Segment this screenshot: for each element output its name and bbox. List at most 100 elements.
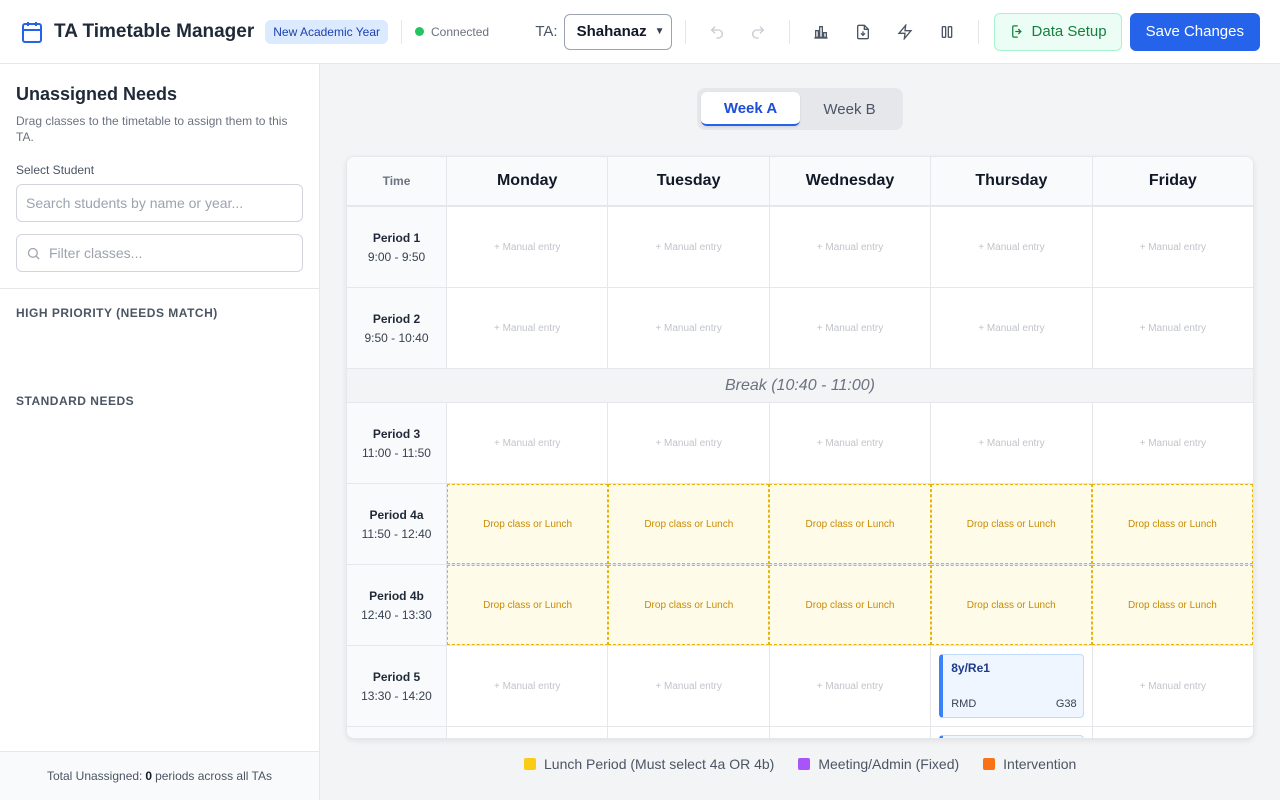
period-time: 9:00 - 9:50 (367, 249, 426, 264)
legend-item: Lunch Period (Must select 4a OR 4b) (524, 756, 774, 772)
lunch-drop-cell[interactable]: Drop class or Lunch (608, 565, 770, 645)
lunch-drop-cell[interactable]: Drop class or Lunch (447, 484, 609, 564)
app-title: TA Timetable Manager (54, 20, 255, 42)
columns-icon (941, 25, 952, 38)
period-row: Period 3 11:00 - 11:50 + Manual entry + … (347, 403, 1253, 484)
manual-entry-cell[interactable]: + Manual entry (1093, 403, 1253, 483)
period-time: 11:00 - 11:50 (362, 445, 431, 460)
lunch-drop-cell[interactable]: Drop class or Lunch (447, 565, 609, 645)
manual-entry-cell[interactable]: + Manual entry (1093, 207, 1253, 287)
data-setup-label: Data Setup (1031, 23, 1107, 40)
manual-entry-cell[interactable]: + Manual entry (608, 403, 770, 483)
ta-selected-value: Shahanaz (576, 23, 647, 40)
day-header-thursday: Thursday (931, 157, 1093, 205)
lunch-drop-cell[interactable]: Drop class or Lunch (1091, 565, 1253, 645)
period-time: 11:50 - 12:40 (361, 526, 432, 541)
tab-week-a[interactable]: Week A (701, 92, 800, 126)
manual-entry-cell[interactable]: + Manual entry (770, 207, 932, 287)
period-label: Period 4b 12:40 - 13:30 (347, 565, 447, 645)
period-time: 12:40 - 13:30 (361, 607, 432, 622)
divider (977, 19, 979, 44)
period-row: Period 1 9:00 - 9:50 + Manual entry + Ma… (347, 207, 1253, 288)
undo-button[interactable] (699, 14, 735, 50)
auto-assign-button[interactable] (887, 14, 923, 50)
manual-entry-cell[interactable]: + Manual entry (447, 403, 609, 483)
manual-entry-cell[interactable]: + Manual entry (931, 207, 1093, 287)
manual-entry-cell[interactable]: + Manual entry (608, 288, 770, 368)
manual-entry-cell[interactable]: + Manual entry (770, 646, 932, 726)
lunch-drop-cell[interactable]: Drop class or Lunch (930, 484, 1092, 564)
lunch-drop-cell[interactable]: Drop class or Lunch (930, 565, 1092, 645)
export-button[interactable] (845, 14, 881, 50)
legend-swatch-intervention (983, 758, 996, 770)
assigned-cell: 8y/Re1 RMD G38 (931, 646, 1093, 726)
break-row: Break (10:40 - 11:00) (347, 369, 1253, 403)
manual-entry-cell[interactable]: + Manual entry (447, 288, 609, 368)
sidebar-title: Unassigned Needs (16, 84, 178, 104)
manual-entry-cell[interactable]: + Manual entry (608, 207, 770, 287)
class-name: 8y/Re1 (951, 661, 990, 675)
class-card[interactable]: 8y/Re1 RMD G38 (939, 654, 1084, 718)
select-student-label: Select Student (16, 163, 95, 177)
period-label (347, 727, 447, 738)
period-label: Period 3 11:00 - 11:50 (347, 403, 447, 483)
unassigned-total: Total Unassigned: 0 periods across all T… (0, 751, 319, 800)
lunch-drop-cell[interactable]: Drop class or Lunch (1091, 484, 1253, 564)
compare-view-button[interactable] (929, 14, 965, 50)
manual-entry-cell[interactable]: + Manual entry (931, 403, 1093, 483)
legend: Lunch Period (Must select 4a OR 4b) Meet… (524, 756, 1076, 772)
day-header-tuesday: Tuesday (608, 157, 770, 205)
period-label: Period 5 13:30 - 14:20 (347, 646, 447, 726)
manual-entry-cell[interactable]: + Manual entry (1093, 288, 1253, 368)
divider (788, 19, 790, 44)
footer-prefix: Total Unassigned: (46, 769, 143, 783)
period-row: Period 4b 12:40 - 13:30 Drop class or Lu… (347, 565, 1253, 646)
top-header: TA Timetable Manager New Academic Year C… (0, 0, 1280, 64)
class-room: G38 (1055, 698, 1077, 710)
manual-entry-cell[interactable]: + Manual entry (447, 207, 609, 287)
period-name: Period 4b (369, 588, 424, 603)
period-name: Period 4a (369, 507, 424, 522)
high-priority-heading: HIGH PRIORITY (NEEDS MATCH) (16, 306, 218, 320)
redo-button[interactable] (740, 14, 776, 50)
class-filter-placeholder: Filter classes... (49, 245, 143, 261)
manual-entry-cell[interactable]: + Manual entry (931, 288, 1093, 368)
timetable-grid: Time Monday Tuesday Wednesday Thursday F… (346, 156, 1254, 739)
period-row: Period 4a 11:50 - 12:40 Drop class or Lu… (347, 484, 1253, 565)
period-label: Period 1 9:00 - 9:50 (347, 207, 447, 287)
manual-entry-cell[interactable]: + Manual entry (770, 403, 932, 483)
week-toggle: Week A Week B (697, 88, 903, 130)
footer-suffix: periods across all TAs (155, 769, 272, 783)
grid-cell[interactable] (447, 727, 609, 738)
class-filter-input[interactable]: Filter classes... (16, 234, 303, 272)
bar-chart-icon (813, 25, 828, 39)
day-header-friday: Friday (1148, 172, 1197, 189)
student-search-placeholder: Search students by name or year... (26, 195, 244, 211)
time-column-header: Time (347, 157, 447, 205)
lunch-drop-cell[interactable]: Drop class or Lunch (769, 565, 931, 645)
lunch-drop-cell[interactable]: Drop class or Lunch (608, 484, 770, 564)
legend-swatch-lunch (524, 758, 536, 770)
connection-status: Connected (431, 24, 490, 39)
legend-swatch-meeting (798, 758, 811, 770)
student-search-input[interactable]: Search students by name or year... (16, 184, 303, 222)
data-setup-button[interactable]: Data Setup (993, 12, 1122, 51)
grid-cell[interactable] (770, 727, 932, 738)
save-changes-button[interactable]: Save Changes (1129, 12, 1260, 51)
ta-select[interactable]: Shahanaz ▼ (563, 13, 672, 50)
period-row: Period 5 13:30 - 14:20 + Manual entry + … (347, 646, 1253, 727)
calendar-icon (22, 21, 42, 43)
class-card[interactable] (939, 735, 1084, 738)
footer-count: 0 (145, 769, 153, 783)
tab-week-b[interactable]: Week B (800, 92, 899, 126)
manual-entry-cell[interactable]: + Manual entry (447, 646, 609, 726)
period-time: 13:30 - 14:20 (361, 688, 432, 703)
grid-cell[interactable] (608, 727, 770, 738)
grid-cell[interactable] (1093, 727, 1253, 738)
manual-entry-cell[interactable]: + Manual entry (770, 288, 932, 368)
grid-header: Time Monday Tuesday Wednesday Thursday F… (347, 157, 1253, 207)
lunch-drop-cell[interactable]: Drop class or Lunch (769, 484, 931, 564)
manual-entry-cell[interactable]: + Manual entry (1093, 646, 1253, 726)
manual-entry-cell[interactable]: + Manual entry (608, 646, 770, 726)
statistics-button[interactable] (803, 14, 839, 50)
